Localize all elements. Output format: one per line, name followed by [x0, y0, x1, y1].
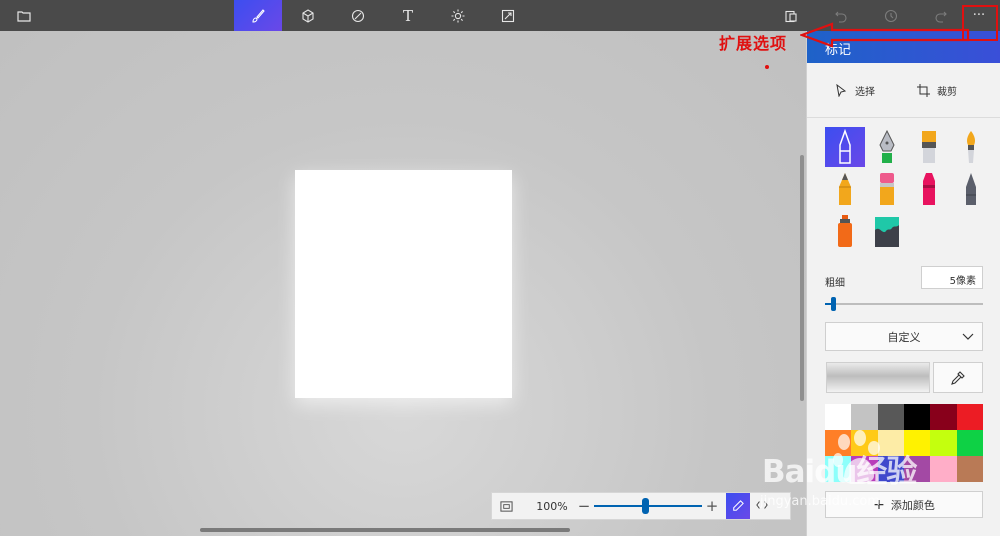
- crayon-icon: [923, 173, 935, 205]
- watercolor-icon: [967, 131, 975, 163]
- annotation-dot: [765, 65, 769, 69]
- annotation-label: 扩展选项: [719, 34, 788, 53]
- canvas-workspace: [0, 31, 806, 536]
- color-swatch[interactable]: [825, 404, 852, 430]
- chevron-down-icon: [962, 333, 974, 340]
- thickness-slider[interactable]: [825, 297, 983, 311]
- drawing-canvas[interactable]: [295, 170, 512, 398]
- calligraphy-pen-brush[interactable]: [867, 127, 907, 167]
- color-swatch[interactable]: [956, 430, 983, 456]
- pixel-pen-brush[interactable]: [951, 169, 991, 209]
- cursor-icon: [836, 83, 847, 97]
- pencil-brush[interactable]: [825, 169, 865, 209]
- zoom-slider-thumb[interactable]: [642, 498, 650, 514]
- zoom-in-button[interactable]: +: [702, 497, 722, 515]
- brushes-tab[interactable]: [234, 0, 282, 31]
- marker-brush[interactable]: [825, 127, 865, 167]
- color-swatch[interactable]: [851, 404, 878, 430]
- horizontal-scrollbar[interactable]: [200, 528, 570, 532]
- cube-icon: [302, 8, 314, 23]
- canvas-icon: [501, 9, 515, 22]
- stickers-tab[interactable]: [334, 0, 382, 31]
- color-swatch[interactable]: [930, 404, 957, 430]
- color-swatch[interactable]: [930, 456, 957, 482]
- select-label: 选择: [855, 86, 875, 98]
- text-icon: T: [402, 6, 413, 25]
- opacity-dropdown[interactable]: 自定义: [825, 322, 983, 351]
- undo-icon: [835, 11, 847, 23]
- eraser-icon: [880, 173, 894, 205]
- thickness-input[interactable]: 5像素: [921, 266, 983, 289]
- crop-button[interactable]: 裁剪: [917, 83, 957, 98]
- zoom-percent: 100%: [536, 499, 568, 513]
- fill-bucket-icon: [875, 217, 899, 247]
- selection-row: 选择 裁剪: [807, 63, 1000, 118]
- sun-icon: [451, 9, 465, 22]
- thickness-slider-thumb[interactable]: [831, 297, 836, 311]
- folder-icon: [17, 10, 31, 22]
- calligraphy-pen-icon: [879, 129, 895, 163]
- canvas-tab[interactable]: [484, 0, 532, 31]
- vertical-scrollbar[interactable]: [800, 155, 804, 401]
- eyedropper-button[interactable]: [933, 362, 983, 393]
- pencil-icon: [839, 173, 851, 205]
- current-color-swatch[interactable]: [826, 362, 930, 393]
- brush-icon: [252, 8, 265, 23]
- paste-icon: [785, 10, 797, 22]
- color-swatch[interactable]: [903, 404, 931, 430]
- marker-icon: [839, 129, 851, 164]
- color-swatch[interactable]: [956, 456, 983, 482]
- crop-label: 裁剪: [937, 86, 957, 98]
- select-button[interactable]: 选择: [835, 83, 875, 98]
- eyedropper-icon: [951, 370, 965, 385]
- oil-brush-icon: [922, 131, 936, 163]
- fit-icon: [499, 500, 513, 512]
- eraser-brush[interactable]: [867, 169, 907, 209]
- dropdown-value: 自定义: [887, 330, 921, 344]
- zoom-out-button[interactable]: −: [574, 497, 594, 515]
- sticker-icon: [351, 9, 365, 22]
- zoom-slider[interactable]: [594, 496, 702, 516]
- 3d-shapes-tab[interactable]: [284, 0, 332, 31]
- fit-to-window-button[interactable]: [492, 493, 520, 519]
- text-tab[interactable]: T: [384, 0, 432, 31]
- pixel-pen-icon: [966, 173, 976, 205]
- zoom-bar: 100% − +: [491, 492, 791, 520]
- color-swatch[interactable]: [877, 404, 904, 430]
- spray-can-icon: [838, 215, 852, 247]
- watermark-url: jingyan.baidu.com: [760, 494, 880, 509]
- color-swatch[interactable]: [956, 404, 983, 430]
- history-icon: [884, 9, 898, 22]
- redo-icon: [935, 11, 947, 23]
- color-swatch[interactable]: [930, 430, 957, 456]
- oil-brush[interactable]: [909, 127, 949, 167]
- watercolor-brush[interactable]: [951, 127, 991, 167]
- spray-can-brush[interactable]: [825, 211, 865, 251]
- crop-icon: [917, 83, 930, 97]
- annotation-arrow: [800, 22, 970, 48]
- effects-tab[interactable]: [434, 0, 482, 31]
- pen-mode-button[interactable]: [726, 493, 750, 519]
- thickness-label: 粗细: [825, 278, 845, 289]
- annotation-highlight-box: [962, 5, 998, 41]
- fill-bucket-brush[interactable]: [867, 211, 907, 251]
- watermark-text: Baidu经验: [762, 454, 917, 490]
- crayon-brush[interactable]: [909, 169, 949, 209]
- menu-button[interactable]: [0, 0, 48, 31]
- add-color-label: 添加颜色: [890, 498, 935, 512]
- pencil-icon: [733, 500, 744, 511]
